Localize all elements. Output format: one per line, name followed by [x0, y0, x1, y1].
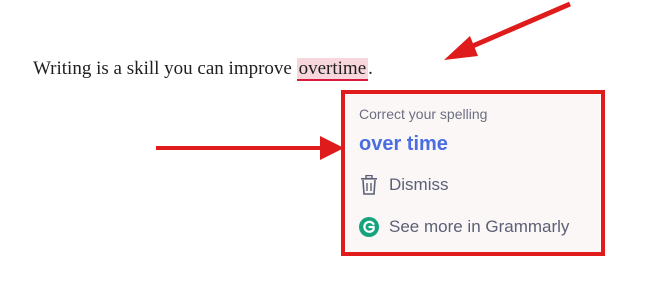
annotation-arrow-to-suggestion: [156, 136, 344, 160]
annotation-arrow-to-word: [444, 1, 571, 60]
annotation-arrows: [156, 1, 571, 160]
